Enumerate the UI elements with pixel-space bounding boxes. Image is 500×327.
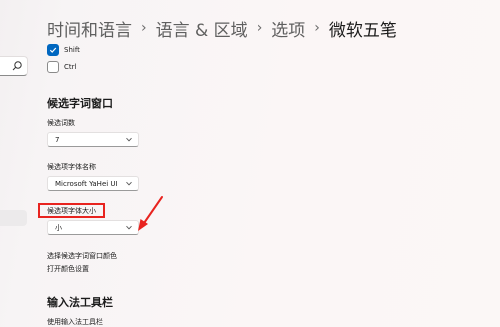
candidate-font-value: Microsoft YaHei UI [55, 179, 118, 188]
settings-search-input[interactable] [0, 56, 28, 76]
search-icon [12, 61, 22, 71]
breadcrumb-item-time-language[interactable]: 时间和语言 [47, 16, 132, 41]
candidate-size-value: 小 [55, 223, 62, 232]
breadcrumb: 时间和语言 › 语言 & 区域 › 选项 › 微软五笔 [47, 14, 397, 42]
check-icon [49, 47, 57, 53]
section-title-candidate-window: 候选字词窗口 [47, 97, 113, 110]
sidebar [0, 0, 30, 327]
candidate-color-label: 选择候选字词窗口颜色 [47, 252, 117, 260]
candidate-count-value: 7 [55, 135, 60, 144]
chevron-right-icon: › [141, 20, 147, 36]
section-title-ime-toolbar: 输入法工具栏 [47, 296, 113, 309]
checkbox-ctrl[interactable] [47, 61, 59, 73]
candidate-size-select[interactable]: 小 [47, 220, 139, 235]
candidate-font-label: 候选项字体名称 [47, 163, 96, 171]
annotation-highlight-box [38, 203, 105, 218]
candidate-font-select[interactable]: Microsoft YaHei UI [47, 176, 139, 191]
chevron-right-icon: › [314, 20, 320, 36]
page-title: 微软五笔 [328, 20, 397, 41]
open-color-settings-link[interactable]: 打开颜色设置 [47, 264, 89, 274]
chevron-right-icon: › [256, 20, 263, 36]
chevron-down-icon [126, 181, 132, 186]
checkbox-ctrl-row[interactable]: Ctrl [47, 61, 76, 73]
checkbox-shift-label: Shift [64, 46, 80, 54]
checkbox-ctrl-label: Ctrl [64, 63, 77, 71]
use-ime-toolbar-label: 使用输入法工具栏 [47, 318, 103, 326]
checkbox-shift-row[interactable]: Shift [47, 44, 80, 56]
candidate-count-select[interactable]: 7 [47, 132, 139, 147]
breadcrumb-item-options[interactable]: 选项 [271, 16, 305, 41]
sidebar-selected-item[interactable] [0, 210, 27, 226]
chevron-down-icon [126, 225, 132, 230]
breadcrumb-item-language-region[interactable]: 语言 & 区域 [156, 16, 248, 41]
chevron-down-icon [126, 137, 132, 142]
checkbox-shift[interactable] [47, 44, 59, 56]
candidate-count-label: 候选词数 [47, 119, 75, 127]
